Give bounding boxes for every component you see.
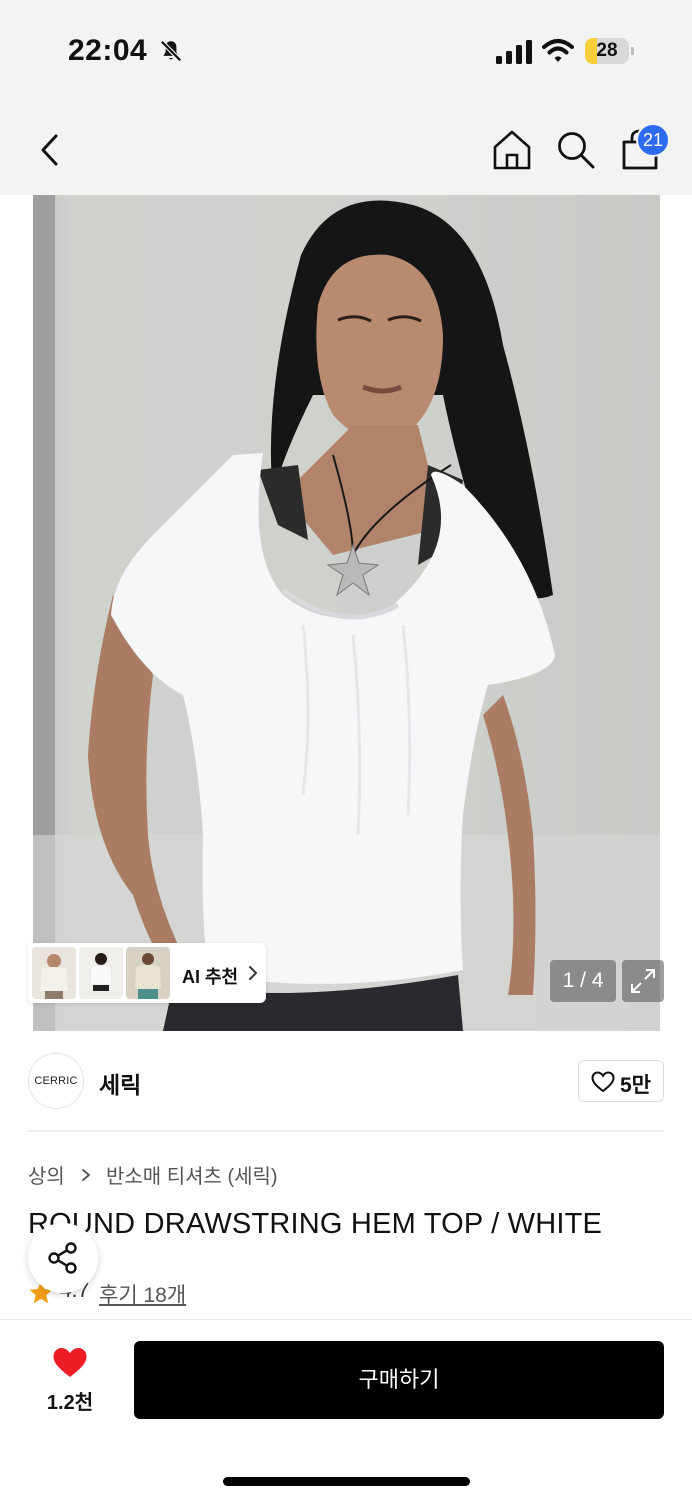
- brand-name[interactable]: 세릭: [99, 1066, 141, 1100]
- battery-level: 28: [596, 40, 618, 61]
- status-time: 22:04: [68, 34, 148, 67]
- back-icon[interactable]: [30, 126, 70, 174]
- ai-thumbnail-3[interactable]: [126, 947, 170, 999]
- ai-recommend-label: AI 추천: [182, 967, 239, 987]
- heart-filled-icon[interactable]: [52, 1346, 88, 1380]
- ai-recommend-panel[interactable]: AI 추천: [28, 943, 266, 1003]
- search-icon[interactable]: [554, 128, 598, 172]
- bell-slash-icon: [160, 40, 182, 62]
- brand-like-count: 5만: [620, 1074, 651, 1097]
- product-image[interactable]: [33, 195, 660, 1031]
- share-button[interactable]: [28, 1223, 98, 1293]
- buy-button[interactable]: 구매하기: [134, 1341, 664, 1419]
- breadcrumb-category[interactable]: 상의: [28, 1160, 65, 1189]
- home-indicator: [223, 1477, 470, 1486]
- chevron-right-icon: [82, 1168, 91, 1181]
- share-icon: [48, 1242, 77, 1274]
- product-title: ROUND DRAWSTRING HEM TOP / WHITE: [28, 1208, 603, 1240]
- brand-logo[interactable]: CERRIC: [28, 1053, 84, 1109]
- expand-icon: [631, 969, 655, 993]
- product-photo: [33, 195, 660, 1031]
- wifi-icon: [542, 39, 574, 62]
- ai-thumbnail-1[interactable]: [32, 947, 76, 999]
- home-icon[interactable]: [490, 128, 534, 172]
- review-count-link[interactable]: 후기 18개: [99, 1279, 186, 1309]
- ai-thumbnail-2[interactable]: [79, 947, 123, 999]
- brand-like-button[interactable]: 5만: [578, 1060, 664, 1102]
- status-bar: 22:04 28: [0, 0, 692, 100]
- battery-icon: 28: [585, 38, 635, 64]
- cart-count-badge: 21: [636, 123, 670, 157]
- expand-button[interactable]: [622, 960, 664, 1002]
- heart-outline-icon: [591, 1071, 615, 1093]
- chevron-right-icon: [249, 966, 257, 980]
- cellular-signal-icon: [496, 40, 532, 64]
- wish-count: 1.2천: [46, 1392, 94, 1414]
- breadcrumb: 상의 반소매 티셔츠 (세릭): [28, 1160, 278, 1190]
- image-counter: 1 / 4: [550, 960, 616, 1002]
- divider: [28, 1130, 664, 1132]
- breadcrumb-subcategory[interactable]: 반소매 티셔츠 (세릭): [106, 1160, 278, 1189]
